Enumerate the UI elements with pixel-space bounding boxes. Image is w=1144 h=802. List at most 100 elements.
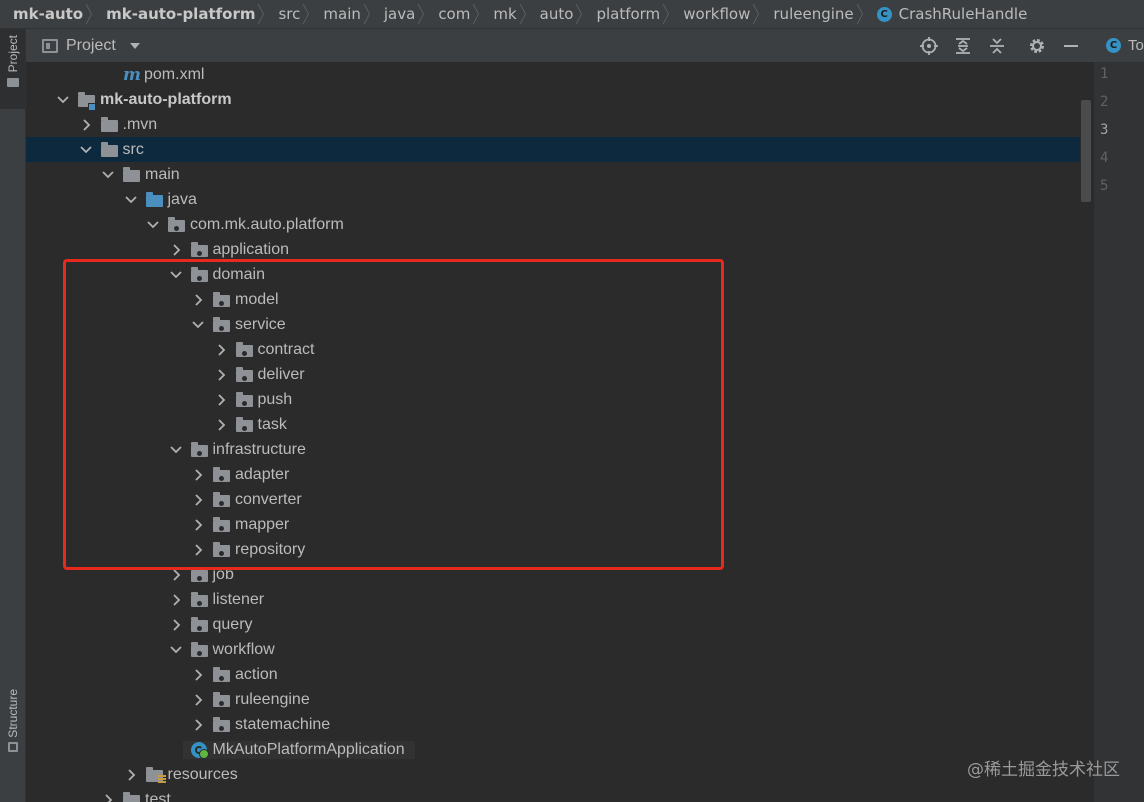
tree-node-main[interactable]: main [26, 162, 1080, 187]
chevron-down-icon[interactable] [191, 318, 205, 332]
project-folder-icon [6, 78, 19, 88]
tree-node-contract[interactable]: contract [26, 337, 1080, 362]
tree-node-label: mk-auto-platform [100, 90, 232, 108]
chevron-right-icon[interactable] [169, 243, 183, 257]
chevron-right-icon[interactable] [191, 293, 205, 307]
tree-node-converter[interactable]: converter [26, 487, 1080, 512]
gear-icon[interactable] [1028, 37, 1046, 55]
editor-tab[interactable]: C To [1094, 29, 1144, 62]
breadcrumb-item[interactable]: ruleengine [773, 2, 876, 26]
tree-node-pom-xml[interactable]: m pom.xml [26, 62, 1080, 87]
tree-node-java[interactable]: java [26, 187, 1080, 212]
tree-node-mk-auto-platform[interactable]: mk-auto-platform [26, 87, 1080, 112]
breadcrumb-item[interactable]: main [323, 2, 383, 26]
breadcrumb-item[interactable]: platform [596, 2, 683, 26]
tree-scrollbar[interactable] [1081, 100, 1091, 202]
tree-node-statemachine[interactable]: statemachine [26, 712, 1080, 737]
tree-node-mvn[interactable]: .mvn [26, 112, 1080, 137]
tree-node-model[interactable]: model [26, 287, 1080, 312]
breadcrumb-separator [862, 2, 871, 26]
breadcrumb-item[interactable]: mk [493, 2, 539, 26]
tree-node-adapter[interactable]: adapter [26, 462, 1080, 487]
expand-all-icon[interactable] [954, 37, 972, 55]
tree-node-listener[interactable]: listener [26, 587, 1080, 612]
chevron-down-icon[interactable] [146, 218, 160, 232]
chevron-right-icon[interactable] [169, 568, 183, 582]
tree-node-repository[interactable]: repository [26, 537, 1080, 562]
chevron-right-icon[interactable] [191, 693, 205, 707]
tree-node-src[interactable]: src [26, 137, 1080, 162]
tree-node-label: job [212, 565, 234, 583]
breadcrumb-item[interactable]: auto [540, 2, 597, 26]
chevron-right-icon[interactable] [191, 668, 205, 682]
chevron-right-icon[interactable] [191, 493, 205, 507]
package-icon [213, 666, 231, 682]
breadcrumb-item[interactable]: src [278, 2, 323, 26]
chevron-down-icon[interactable] [101, 168, 115, 182]
chevron-down-icon[interactable] [169, 268, 183, 282]
breadcrumb-separator [478, 2, 487, 26]
breadcrumb-item[interactable]: mk-auto [13, 2, 106, 26]
tree-node-application[interactable]: application [26, 237, 1080, 262]
tree-node-service[interactable]: service [26, 312, 1080, 337]
chevron-right-icon[interactable] [169, 618, 183, 632]
tree-node-label: contract [257, 340, 315, 358]
tree-node-action[interactable]: action [26, 662, 1080, 687]
tree-node-test[interactable]: test [26, 787, 1080, 802]
breadcrumb-item[interactable]: com [438, 2, 493, 26]
tree-node-domain[interactable]: domain [26, 262, 1080, 287]
tree-node-label: model [235, 290, 279, 308]
minimize-icon[interactable] [1062, 37, 1080, 55]
tree-node-workflow[interactable]: workflow [26, 637, 1080, 662]
tree-node-label: service [235, 315, 286, 333]
package-icon [213, 291, 231, 307]
chevron-right-icon[interactable] [79, 118, 93, 132]
tree-node-job[interactable]: job [26, 562, 1080, 587]
chevron-down-icon[interactable] [169, 643, 183, 657]
project-tree: m pom.xml mk-auto-platform .mvn src main java c… [26, 62, 1080, 802]
breadcrumb-item[interactable]: java [384, 2, 438, 26]
chevron-down-icon[interactable] [124, 193, 138, 207]
project-panel-title[interactable]: Project [66, 37, 116, 55]
tree-node-infrastructure[interactable]: infrastructure [26, 437, 1080, 462]
chevron-right-icon[interactable] [214, 343, 228, 357]
chevron-right-icon[interactable] [191, 518, 205, 532]
watermark: @稀土掘金技术社区 [967, 760, 1120, 780]
tree-node-label: com.mk.auto.platform [190, 215, 344, 233]
breadcrumb-item[interactable]: C CrashRuleHandle [876, 5, 1027, 23]
package-icon [190, 591, 209, 607]
breadcrumb-item[interactable]: mk-auto-platform [106, 2, 278, 26]
tree-node-resources[interactable]: resources [26, 762, 1080, 787]
structure-tool-button[interactable]: Structure [0, 689, 25, 779]
tree-node-com-mk-auto-platform[interactable]: com.mk.auto.platform [26, 212, 1080, 237]
line-number: 5 [1100, 178, 1109, 194]
tree-node-mkautoplatformapplication[interactable]: MkAutoPlatformApplication [26, 737, 1080, 762]
breadcrumb-item[interactable]: workflow [683, 2, 773, 26]
chevron-right-icon[interactable] [214, 418, 228, 432]
source-folder-icon [145, 191, 164, 207]
chevron-right-icon[interactable] [169, 593, 183, 607]
tree-node-push[interactable]: push [26, 387, 1080, 412]
chevron-right-icon[interactable] [214, 393, 228, 407]
chevron-right-icon[interactable] [191, 468, 205, 482]
tree-node-task[interactable]: task [26, 412, 1080, 437]
chevron-down-icon[interactable] [169, 443, 183, 457]
chevron-down-icon[interactable] [56, 93, 70, 107]
chevron-right-icon[interactable] [191, 718, 205, 732]
chevron-right-icon[interactable] [101, 793, 115, 802]
locate-icon[interactable] [920, 36, 938, 55]
project-tool-button[interactable]: Project [0, 29, 25, 109]
line-number: 4 [1100, 150, 1109, 166]
chevron-right-icon[interactable] [214, 368, 228, 382]
tree-node-mapper[interactable]: mapper [26, 512, 1080, 537]
chevron-down-icon[interactable] [129, 42, 140, 49]
project-view-icon [42, 38, 58, 53]
package-icon [213, 316, 231, 332]
chevron-right-icon[interactable] [191, 543, 205, 557]
chevron-right-icon[interactable] [124, 768, 138, 782]
chevron-down-icon[interactable] [79, 143, 93, 157]
tree-node-query[interactable]: query [26, 612, 1080, 637]
tree-node-ruleengine[interactable]: ruleengine [26, 687, 1080, 712]
collapse-all-icon[interactable] [988, 37, 1006, 55]
tree-node-deliver[interactable]: deliver [26, 362, 1080, 387]
